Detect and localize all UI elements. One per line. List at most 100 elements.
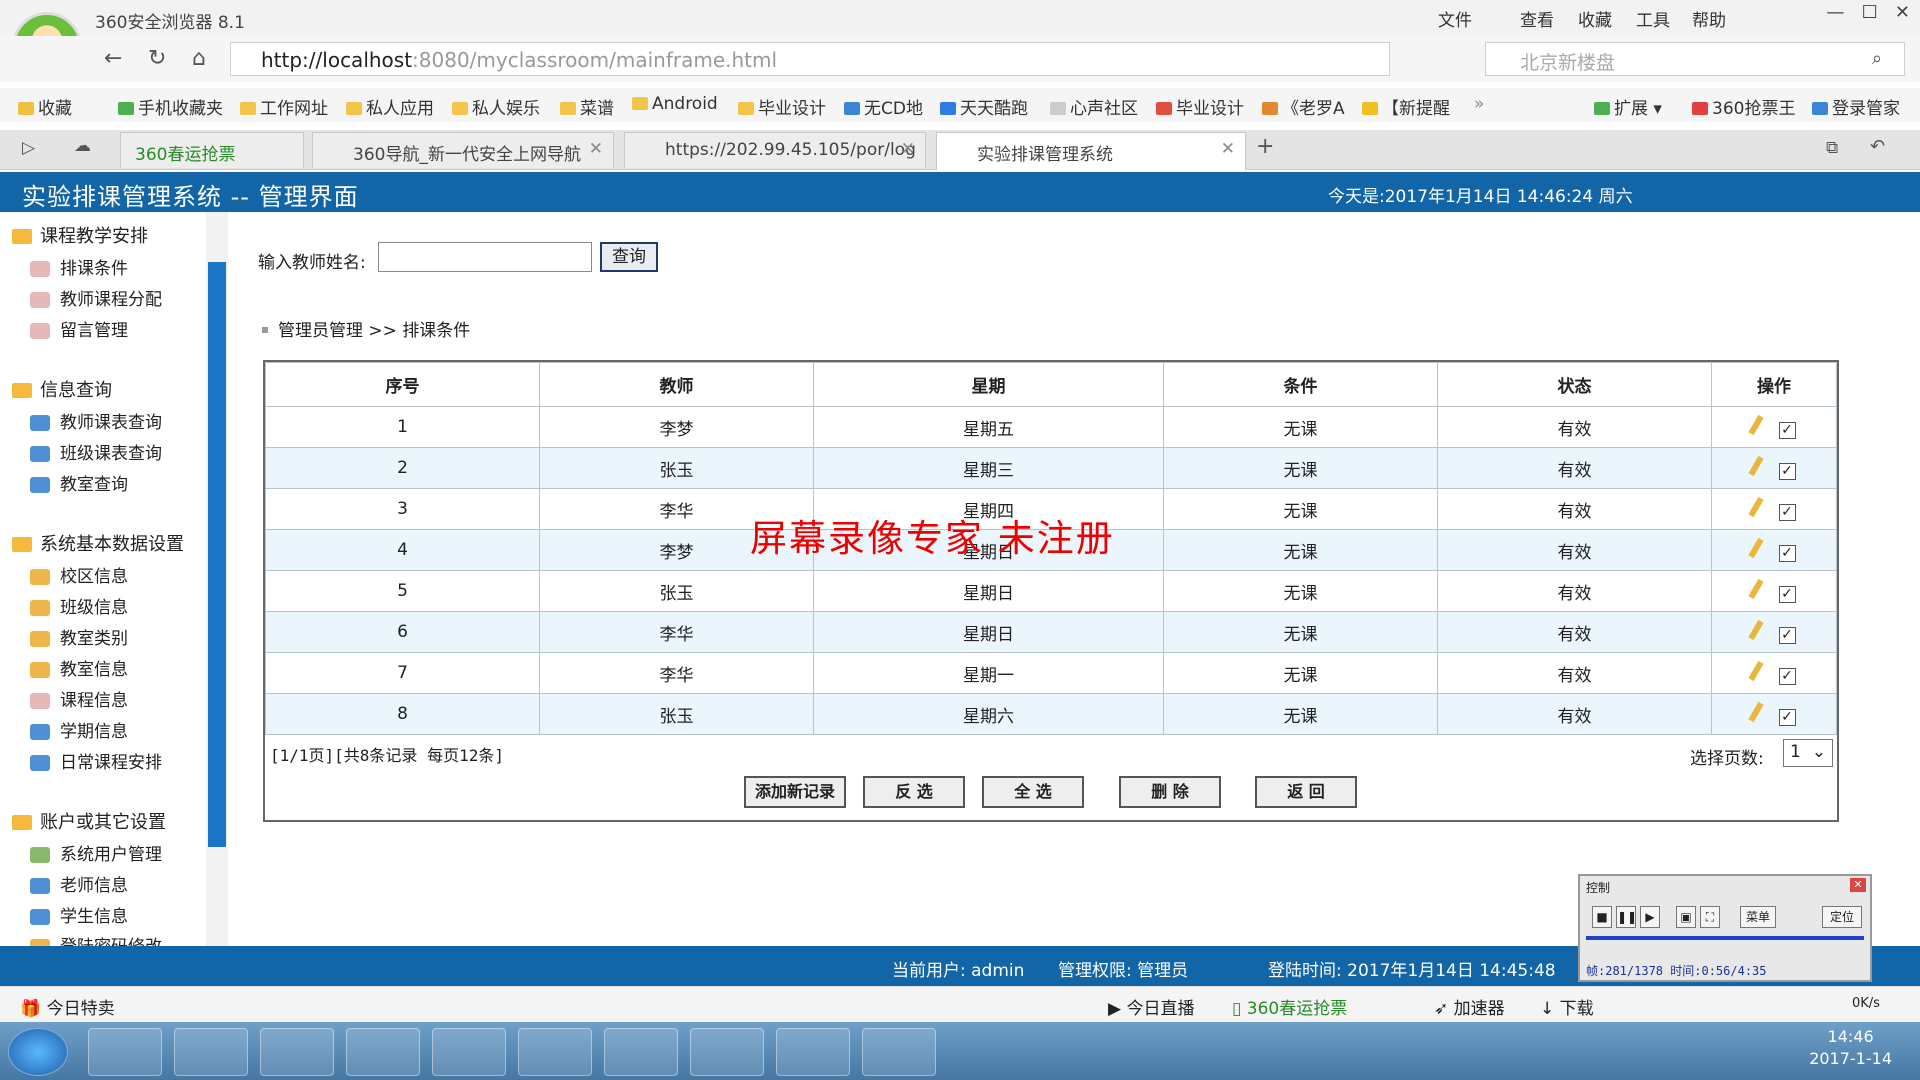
tab-scheduling[interactable]: 实验排课管理系统 ✕ (936, 132, 1246, 170)
sidebar-item-room-query[interactable]: 教室查询 (30, 470, 128, 495)
start-icon[interactable] (8, 1028, 68, 1076)
taskbar-app-icon[interactable] (88, 1028, 162, 1076)
menu-view[interactable]: 查看 (1520, 6, 1554, 31)
teacher-name-input[interactable] (378, 242, 592, 272)
row-checkbox[interactable]: ✓ (1778, 627, 1796, 644)
sidebar-item-conditions[interactable]: 排课条件 (30, 254, 128, 279)
invert-select-button[interactable]: 反 选 (863, 776, 965, 808)
home-icon[interactable]: ⌂ (192, 46, 206, 71)
edit-icon[interactable] (1747, 496, 1764, 518)
menu-favorites[interactable]: 收藏 (1578, 6, 1612, 31)
table-row[interactable]: 2 张玉 星期三 无课 有效 ✓ (265, 447, 1837, 489)
bookmark-item[interactable]: 收藏 (18, 94, 72, 119)
table-row[interactable]: 7 李华 星期一 无课 有效 ✓ (265, 652, 1837, 694)
search-icon[interactable]: ⌕ (1872, 48, 1882, 69)
sidebar-item-teachers[interactable]: 老师信息 (30, 871, 128, 896)
edit-icon[interactable] (1747, 414, 1764, 436)
sidebar-item-users[interactable]: 系统用户管理 (30, 840, 162, 865)
ticket-link[interactable]: ▯ 360春运抢票 (1232, 994, 1347, 1019)
delete-button[interactable]: 删 除 (1119, 776, 1221, 808)
sidebar-item-password[interactable]: 登陆密码修改 (30, 932, 162, 946)
bookmark-item[interactable]: 《老罗A (1262, 94, 1345, 119)
ticket-button[interactable]: 360抢票王 (1692, 94, 1795, 119)
back-icon[interactable]: ← (104, 46, 122, 71)
col-header-condition[interactable]: 条件 (1163, 362, 1438, 407)
sidebar-item-daily-schedule[interactable]: 日常课程安排 (30, 748, 162, 773)
bookmark-item[interactable]: Android (632, 94, 718, 114)
login-manager-button[interactable]: 登录管家 (1812, 94, 1900, 119)
menu-help[interactable]: 帮助 (1692, 6, 1726, 31)
row-checkbox[interactable]: ✓ (1778, 668, 1796, 685)
play-icon[interactable]: ▶ (1640, 906, 1660, 928)
bookmark-item[interactable]: 【新提醒 (1362, 94, 1450, 119)
edit-icon[interactable] (1747, 619, 1764, 641)
row-checkbox[interactable]: ✓ (1778, 463, 1796, 480)
edit-icon[interactable] (1747, 660, 1764, 682)
recorder-menu-button[interactable]: 菜单 (1740, 906, 1776, 928)
wechat-icon[interactable] (776, 1028, 850, 1076)
bookmark-item[interactable]: 私人娱乐 (452, 94, 540, 119)
tab-por[interactable]: https://202.99.45.105/por/log ✕ (624, 132, 926, 168)
bookmark-item[interactable]: 手机收藏夹 (118, 94, 223, 119)
sidebar-item-room-info[interactable]: 教室信息 (30, 655, 128, 680)
row-checkbox[interactable]: ✓ (1778, 709, 1796, 726)
close-icon[interactable]: ✕ (1895, 2, 1910, 23)
row-checkbox[interactable]: ✓ (1778, 545, 1796, 562)
restore-tabs-icon[interactable]: ⧉ (1826, 138, 1838, 158)
recorder-locate-button[interactable]: 定位 (1822, 906, 1862, 928)
sidebar-item-course-assign[interactable]: 教师课程分配 (30, 285, 162, 310)
table-row[interactable]: 5 张玉 星期日 无课 有效 ✓ (265, 570, 1837, 612)
system-clock[interactable]: 14:46 2017-1-14 (1809, 1026, 1892, 1070)
new-tab-icon[interactable]: + (1256, 134, 1274, 159)
bookmark-item[interactable]: 毕业设计 (1156, 94, 1244, 119)
live-link[interactable]: ▶ 今日直播 (1108, 994, 1194, 1019)
sidebar-item-students[interactable]: 学生信息 (30, 902, 128, 927)
bookmark-item[interactable]: 天天酷跑 (940, 94, 1028, 119)
folder-icon[interactable] (690, 1028, 764, 1076)
sidebar-scroll-thumb[interactable] (208, 262, 226, 847)
cloud-icon[interactable]: ☁ (74, 136, 91, 156)
menu-file[interactable]: 文件 (1438, 6, 1472, 31)
bookmark-item[interactable]: 工作网址 (240, 94, 328, 119)
select-all-button[interactable]: 全 选 (982, 776, 1084, 808)
url-input[interactable]: http://localhost:8080/myclassroom/mainfr… (230, 42, 1390, 76)
query-button[interactable]: 查询 (600, 242, 658, 272)
sidebar-group-query[interactable]: 信息查询 (12, 376, 112, 402)
ie-icon[interactable] (346, 1028, 420, 1076)
close-tab-icon[interactable]: ✕ (589, 139, 603, 159)
fullscreen-icon[interactable]: ⛶ (1700, 906, 1720, 928)
sidebar-group-account[interactable]: 账户或其它设置 (12, 808, 166, 834)
edit-icon[interactable] (1747, 537, 1764, 559)
col-header-seq[interactable]: 序号 (265, 362, 540, 407)
tab-360nav[interactable]: 360导航_新一代安全上网导航 ✕ (312, 132, 614, 168)
refresh-icon[interactable]: ↻ (148, 46, 166, 71)
computer-icon[interactable] (862, 1028, 936, 1076)
bookmark-item[interactable]: 毕业设计 (738, 94, 826, 119)
pause-icon[interactable]: ❚❚ (1616, 906, 1637, 928)
col-header-status[interactable]: 状态 (1437, 362, 1712, 407)
extensions-button[interactable]: 扩展 ▾ (1594, 94, 1662, 119)
table-row[interactable]: 8 张玉 星期六 无课 有效 ✓ (265, 693, 1837, 735)
recorder-progress-track[interactable] (1586, 936, 1864, 940)
sidebar-item-campus[interactable]: 校区信息 (30, 562, 128, 587)
bookmark-item[interactable]: 私人应用 (346, 94, 434, 119)
back-button[interactable]: 返 回 (1255, 776, 1357, 808)
sidebar-item-term-info[interactable]: 学期信息 (30, 717, 128, 742)
taskbar-app-icon[interactable] (174, 1028, 248, 1076)
accelerator-link[interactable]: ➶ 加速器 (1434, 994, 1505, 1019)
sidebar-toggle-icon[interactable]: ▷ (22, 138, 35, 158)
row-checkbox[interactable]: ✓ (1778, 586, 1796, 603)
bookmark-item[interactable]: 菜谱 (560, 94, 614, 119)
fit-icon[interactable]: ▣ (1676, 906, 1696, 928)
add-record-button[interactable]: 添加新记录 (744, 776, 846, 808)
sidebar-item-messages[interactable]: 留言管理 (30, 316, 128, 341)
tab-ticket[interactable]: 360春运抢票 (120, 132, 304, 168)
browser-360-icon[interactable] (604, 1028, 678, 1076)
menu-tools[interactable]: 工具 (1636, 6, 1670, 31)
col-header-weekday[interactable]: 星期 (813, 362, 1164, 407)
taskbar-app-icon[interactable] (432, 1028, 506, 1076)
more-bookmarks-icon[interactable]: » (1474, 94, 1484, 114)
bookmark-item[interactable]: 心声社区 (1050, 94, 1138, 119)
row-checkbox[interactable]: ✓ (1778, 504, 1796, 521)
sidebar-item-class-timetable[interactable]: 班级课表查询 (30, 439, 162, 464)
